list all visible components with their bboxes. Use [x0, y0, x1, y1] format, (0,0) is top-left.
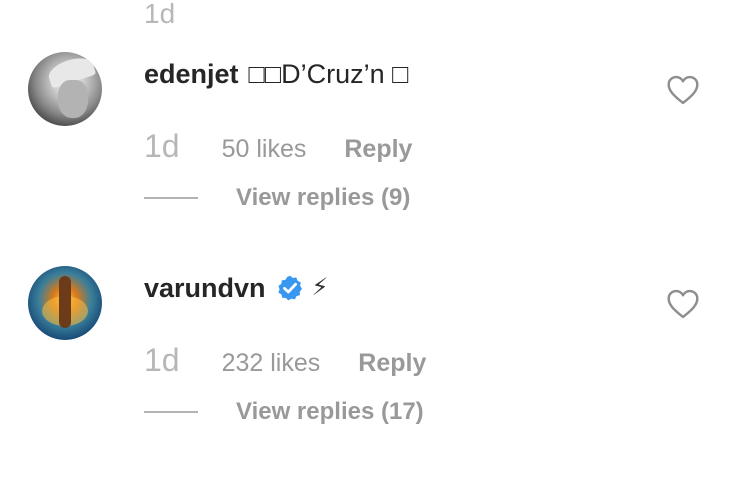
reply-button[interactable]: Reply: [344, 135, 412, 164]
likes-count[interactable]: 50 likes: [222, 135, 307, 164]
previous-comment-timestamp: 1d: [144, 0, 176, 29]
reply-button[interactable]: Reply: [358, 349, 426, 378]
comment-text: ⚡: [311, 274, 329, 301]
view-replies-label: View replies (17): [236, 398, 424, 425]
view-replies-button[interactable]: View replies (9): [144, 184, 410, 212]
view-replies-label: View replies (9): [236, 184, 411, 211]
verified-badge-icon: [277, 275, 302, 301]
replies-divider-line: [144, 197, 198, 199]
username-link[interactable]: edenjet: [144, 56, 239, 92]
avatar-figure-shape: [59, 276, 71, 328]
heart-outline-icon[interactable]: [666, 289, 700, 319]
view-replies-button[interactable]: View replies (17): [144, 398, 424, 426]
username-link[interactable]: varundvn: [144, 270, 266, 306]
likes-count[interactable]: 232 likes: [222, 349, 321, 378]
comment-text: □□D’Cruz’n □: [248, 59, 409, 89]
comment-header: varundvn ⚡: [144, 270, 328, 306]
avatar[interactable]: [28, 52, 102, 126]
comment-meta: 1d 50 likes Reply: [144, 128, 412, 165]
avatar[interactable]: [28, 266, 102, 340]
avatar-face-shape: [58, 80, 88, 118]
comment-meta: 1d 232 likes Reply: [144, 342, 426, 379]
comment-item: varundvn ⚡ 1d 232 likes Reply View repli…: [0, 262, 750, 452]
comment-timestamp[interactable]: 1d: [144, 128, 180, 165]
comment-item: edenjet □□D’Cruz’n □ 1d 50 likes Reply V…: [0, 48, 750, 238]
comment-header: edenjet □□D’Cruz’n □: [144, 56, 408, 92]
heart-outline-icon[interactable]: [666, 75, 700, 105]
replies-divider-line: [144, 411, 198, 413]
comment-timestamp[interactable]: 1d: [144, 342, 180, 379]
comments-list: 1d edenjet □□D’Cruz’n □ 1d 50 likes Repl…: [0, 0, 750, 480]
